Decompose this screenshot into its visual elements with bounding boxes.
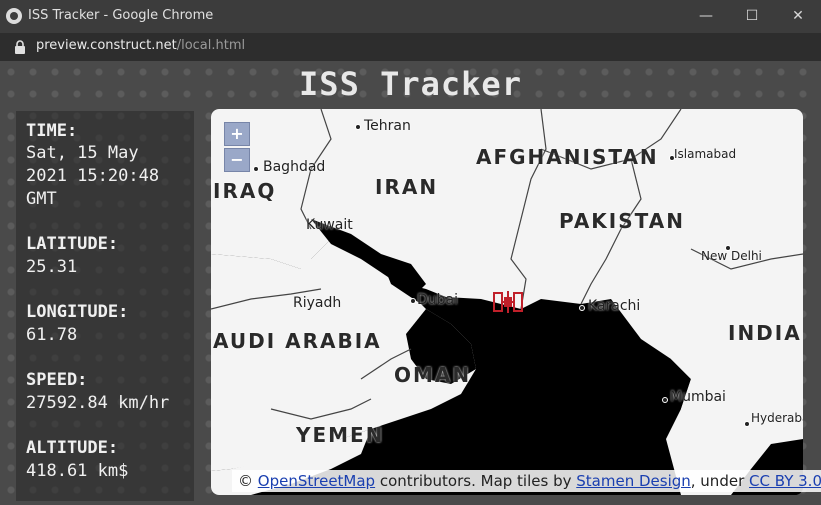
page-title: ISS Tracker — [299, 65, 522, 103]
city-marker-tehran — [355, 124, 361, 130]
license-link[interactable]: CC BY 3.0 — [749, 472, 821, 490]
city-label-tehran: Tehran — [364, 118, 411, 134]
longitude-label: LONGITUDE: — [26, 302, 129, 322]
country-label-saudi-arabia: AUDI ARABIA — [213, 329, 382, 353]
page-content: ISS Tracker TIME: Sat, 15 May 2021 15:20… — [0, 61, 821, 505]
country-label-afghanistan: AFGHANISTAN — [476, 145, 659, 169]
zoom-out-button[interactable]: − — [224, 148, 250, 172]
city-label-riyadh: Riyadh — [293, 295, 342, 311]
attribution-under: , under — [690, 472, 745, 490]
chrome-icon — [6, 8, 22, 24]
map-attribution: © OpenStreetMap contributors. Map tiles … — [232, 470, 821, 492]
country-label-pakistan: PAKISTAN — [559, 209, 685, 233]
info-panel: TIME: Sat, 15 May 2021 15:20:48 GMT LATI… — [16, 111, 194, 501]
city-marker-karachi — [579, 305, 585, 311]
city-label-baghdad: Baghdad — [263, 159, 326, 175]
city-label-dubai: Dubai — [417, 292, 459, 308]
city-marker-mumbai — [662, 397, 668, 403]
maximize-button[interactable]: ☐ — [729, 0, 775, 33]
address-bar[interactable]: preview.construct.net/local.html — [0, 33, 821, 61]
country-label-india: INDIA — [728, 321, 802, 345]
country-label-iraq: IRAQ — [213, 179, 277, 203]
zoom-control: + − — [224, 122, 250, 174]
time-value: Sat, 15 May 2021 15:20:48 GMT — [26, 143, 160, 209]
city-label-islamabad: Islamabad — [674, 147, 737, 161]
lock-icon — [15, 40, 25, 54]
attribution-middle: contributors. Map tiles by — [379, 472, 572, 490]
country-label-oman: OMAN — [394, 363, 472, 387]
copyright-symbol: © — [238, 472, 253, 490]
browser-titlebar: ISS Tracker - Google Chrome — ☐ ✕ — [0, 0, 821, 33]
zoom-in-button[interactable]: + — [224, 122, 250, 146]
minimize-button[interactable]: — — [683, 0, 729, 33]
city-label-mumbai: Mumbai — [670, 389, 726, 405]
window-title: ISS Tracker - Google Chrome — [28, 8, 214, 23]
openstreetmap-link[interactable]: OpenStreetMap — [258, 472, 375, 490]
city-marker-dubai — [410, 298, 416, 304]
altitude-value: 418.61 km$ — [26, 461, 129, 481]
latitude-label: LATITUDE: — [26, 234, 119, 254]
satellite-icon[interactable] — [493, 289, 523, 315]
city-label-kuwait: Kuwait — [306, 217, 353, 233]
stamen-design-link[interactable]: Stamen Design — [576, 472, 691, 490]
longitude-value: 61.78 — [26, 325, 78, 345]
city-marker-baghdad — [253, 166, 259, 172]
city-marker-hyderabad — [744, 421, 750, 427]
speed-label: SPEED: — [26, 370, 88, 390]
city-label-new-delhi: New Delhi — [701, 249, 762, 263]
latitude-value: 25.31 — [26, 257, 78, 277]
close-button[interactable]: ✕ — [775, 0, 821, 33]
speed-value: 27592.84 km/hr — [26, 393, 170, 413]
altitude-label: ALTITUDE: — [26, 438, 119, 458]
city-label-karachi: Karachi — [588, 298, 641, 314]
country-label-iran: IRAN — [375, 175, 439, 199]
city-label-hyderabad: Hyderaba — [751, 411, 803, 425]
url-text[interactable]: preview.construct.net/local.html — [36, 38, 245, 53]
country-label-yemen: YEMEN — [296, 423, 385, 447]
time-label: TIME: — [26, 121, 78, 141]
